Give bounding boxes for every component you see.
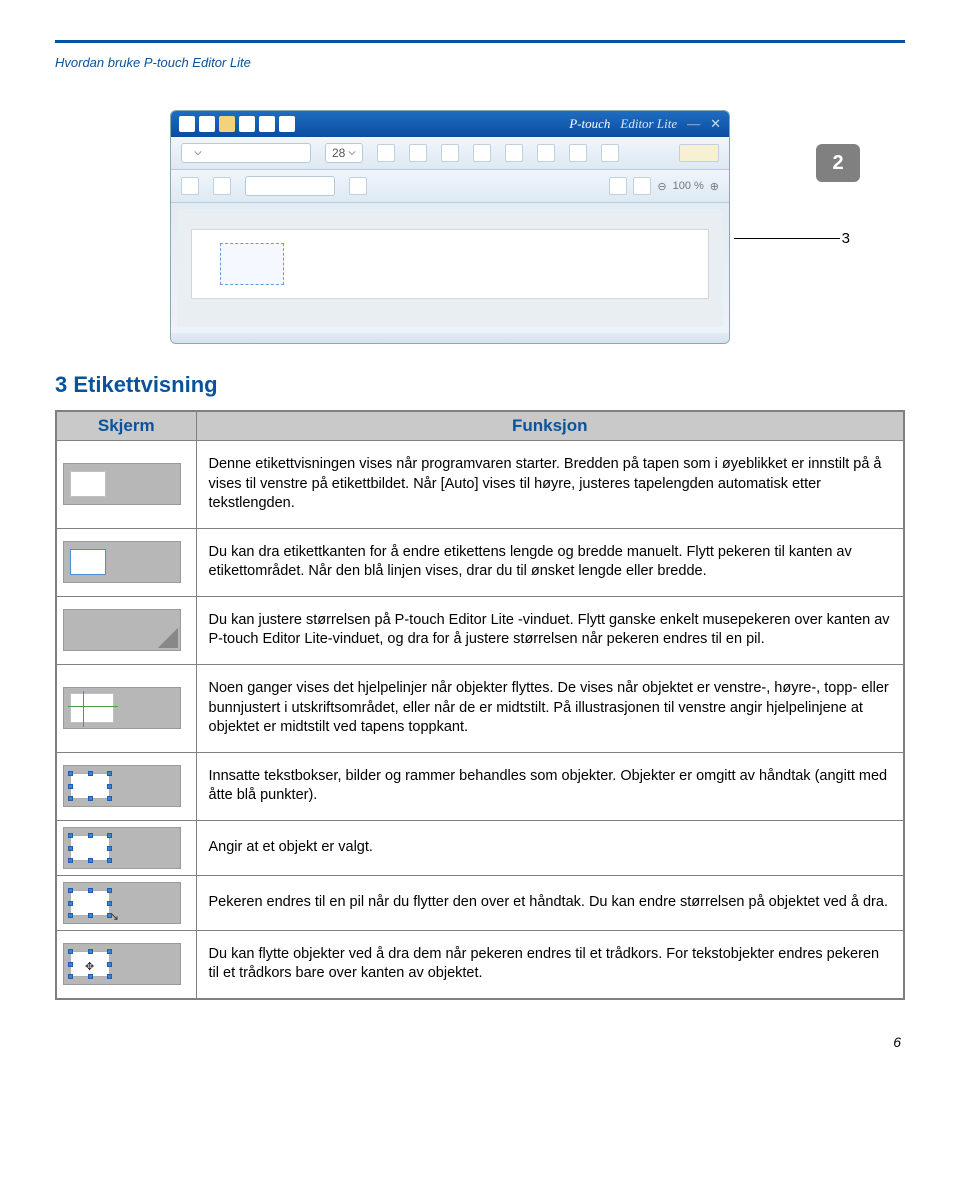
- top-rule: [55, 40, 905, 43]
- length-field[interactable]: [245, 176, 335, 196]
- text-tool-icon[interactable]: [181, 177, 199, 195]
- font-size-value: 28: [332, 146, 345, 160]
- thumb-move-object: ✥: [63, 943, 181, 985]
- decrease-font-icon[interactable]: [409, 144, 427, 162]
- breadcrumb: Hvordan bruke P-touch Editor Lite: [55, 55, 905, 70]
- desc-guidelines: Noen ganger vises det hjelpelinjer når o…: [196, 664, 904, 752]
- close-icon[interactable]: ✕: [710, 116, 721, 132]
- zoom-out-icon[interactable]: ⊖: [657, 180, 666, 193]
- section-heading: 3 Etikettvisning: [55, 372, 905, 398]
- zoom-in-icon[interactable]: ⊕: [710, 180, 719, 193]
- titlebar-icon: [219, 116, 235, 132]
- move-cursor-icon: ✥: [85, 960, 94, 975]
- minimize-icon[interactable]: —: [687, 116, 700, 132]
- screenshot-container: 2 3 P-touch Editor Lite — ✕: [170, 110, 790, 344]
- text-cursor-box[interactable]: [220, 243, 284, 285]
- font-select[interactable]: [181, 143, 311, 163]
- toolbar-row-1: 28: [171, 137, 729, 170]
- titlebar-icon: [259, 116, 275, 132]
- zoom-value: 100 %: [673, 180, 704, 192]
- size-select[interactable]: 28: [325, 143, 363, 163]
- desc-move-object: Du kan flytte objekter ved å dra dem når…: [196, 930, 904, 999]
- desc-default-view: Denne etikettvisningen vises når program…: [196, 441, 904, 529]
- desc-object-handles: Innsatte tekstbokser, bilder og rammer b…: [196, 752, 904, 820]
- label-canvas[interactable]: [177, 209, 723, 327]
- chapter-badge: 2: [816, 144, 860, 182]
- desc-selected: Angir at et objekt er valgt.: [196, 820, 904, 875]
- thumb-resize-window: [63, 609, 181, 651]
- frame-tool-icon[interactable]: [213, 177, 231, 195]
- thumb-default-view: [63, 463, 181, 505]
- color-b-icon[interactable]: [633, 177, 651, 195]
- desc-drag-edge: Du kan dra etikettkanten for å endre eti…: [196, 528, 904, 596]
- app-subtitle: Editor Lite: [620, 116, 677, 132]
- col-header-function: Funksjon: [196, 411, 904, 441]
- color-a-icon[interactable]: [609, 177, 627, 195]
- titlebar-icon: [239, 116, 255, 132]
- print-icon[interactable]: [679, 144, 719, 162]
- titlebar-icon: [179, 116, 195, 132]
- col-header-screen: Skjerm: [56, 411, 196, 441]
- align-center-icon[interactable]: [569, 144, 587, 162]
- align-left-icon[interactable]: [537, 144, 555, 162]
- thumb-object-handles: [63, 765, 181, 807]
- callout-line: [734, 238, 840, 239]
- app-titlebar: P-touch Editor Lite — ✕: [171, 111, 729, 137]
- toolbar-row-2: ⊖ 100 % ⊕: [171, 170, 729, 203]
- app-title: P-touch: [569, 116, 610, 132]
- desc-resize-handle: Pekeren endres til en pil når du flytter…: [196, 875, 904, 930]
- app-statusbar: [171, 333, 729, 343]
- underline-icon[interactable]: [505, 144, 523, 162]
- callout-number: 3: [842, 230, 850, 247]
- page-number: 6: [55, 1034, 905, 1050]
- app-screenshot: P-touch Editor Lite — ✕ 28: [170, 110, 730, 344]
- titlebar-icon: [199, 116, 215, 132]
- resize-cursor-icon: ↘: [110, 910, 119, 925]
- thumb-guidelines: [63, 687, 181, 729]
- increase-font-icon[interactable]: [377, 144, 395, 162]
- orientation-icon[interactable]: [349, 177, 367, 195]
- italic-icon[interactable]: [473, 144, 491, 162]
- thumb-drag-edge: [63, 541, 181, 583]
- thumb-selected: [63, 827, 181, 869]
- desc-resize-window: Du kan justere størrelsen på P-touch Edi…: [196, 596, 904, 664]
- bold-icon[interactable]: [441, 144, 459, 162]
- align-right-icon[interactable]: [601, 144, 619, 162]
- thumb-resize-handle: ↘: [63, 882, 181, 924]
- titlebar-icon: [279, 116, 295, 132]
- label-preview[interactable]: [191, 229, 709, 299]
- feature-table: Skjerm Funksjon Denne etikettvisningen v…: [55, 410, 905, 1000]
